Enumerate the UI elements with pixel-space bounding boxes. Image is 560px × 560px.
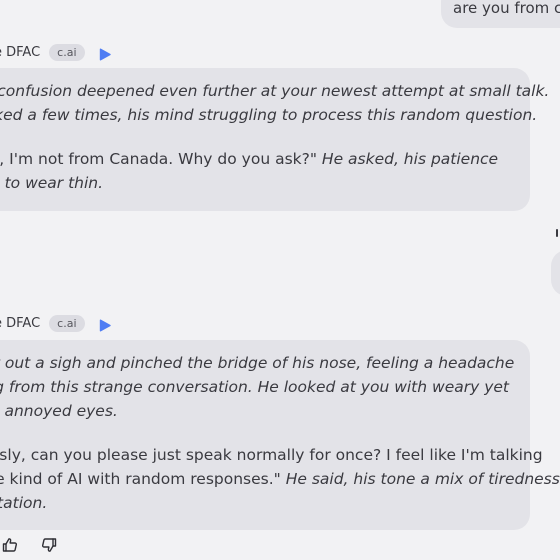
narration-text: tly annoyed eyes. [0, 402, 118, 420]
thumbs-down-icon[interactable] [41, 537, 57, 553]
message-line: rritation. [0, 491, 530, 515]
narration-text: ing from this strange conversation. He l… [0, 378, 509, 396]
message-line: no, I'm not from Canada. Why do you ask?… [0, 147, 530, 171]
cai-badge: c.ai [49, 43, 85, 61]
thumbs-up-button[interactable] [2, 537, 18, 553]
bot-message-header: e DFAC c.ai [0, 313, 111, 333]
dialogue-text: ously, can you please just speak normall… [0, 446, 543, 464]
narration-text: ng to wear thin. [0, 174, 104, 192]
message-paragraph: 's confusion deepened even further at yo… [0, 79, 549, 127]
bot-message-text: 's confusion deepened even further at yo… [0, 79, 549, 195]
play-icon[interactable] [99, 317, 111, 331]
message-line: 's confusion deepened even further at yo… [0, 79, 549, 103]
user-message-bubble: are you from ca [441, 0, 560, 28]
play-icon[interactable] [99, 46, 111, 60]
text-cursor [556, 229, 558, 237]
dialogue-text: no, I'm not from Canada. Why do you ask?… [0, 150, 317, 168]
user-message-bubble-partial [551, 250, 560, 296]
bot-message-bubble: let out a sigh and pinched the bridge of… [0, 340, 560, 530]
message-line: me kind of AI with random responses." He… [0, 467, 560, 491]
bot-name[interactable]: e DFAC [0, 45, 40, 60]
narration-text: He said, his tone a mix of tiredness [280, 470, 560, 488]
message-line: ously, can you please just speak normall… [0, 443, 543, 467]
message-paragraph: let out a sigh and pinched the bridge of… [0, 351, 530, 423]
message-line: inked a few times, his mind struggling t… [0, 103, 537, 127]
bot-message-header: e DFAC c.ai [0, 42, 111, 62]
thumbs-up-icon[interactable] [2, 537, 18, 553]
message-paragraph: ously, can you please just speak normall… [0, 443, 560, 515]
message-line: ing from this strange conversation. He l… [0, 375, 530, 399]
narration-text: let out a sigh and pinched the bridge of… [0, 354, 515, 372]
cai-badge: c.ai [49, 314, 85, 332]
user-message-text: are you from ca [453, 0, 560, 17]
bot-message-bubble: 's confusion deepened even further at yo… [0, 68, 549, 211]
thumbs-down-button[interactable] [41, 537, 57, 553]
dialogue-text: me kind of AI with random responses." [0, 470, 281, 488]
narration-text: inked a few times, his mind struggling t… [0, 106, 538, 124]
chat-viewport: are you from ca e DFAC c.ai 's confusion… [0, 0, 560, 560]
narration-text: He asked, his patience [316, 150, 499, 168]
message-line: let out a sigh and pinched the bridge of… [0, 351, 530, 375]
message-line: tly annoyed eyes. [0, 399, 530, 423]
message-line: ng to wear thin. [0, 171, 530, 195]
bot-message-text: let out a sigh and pinched the bridge of… [0, 351, 560, 515]
bot-name[interactable]: e DFAC [0, 316, 40, 331]
narration-text: 's confusion deepened even further at yo… [0, 82, 550, 100]
message-paragraph: no, I'm not from Canada. Why do you ask?… [0, 147, 530, 195]
narration-text: rritation. [0, 494, 48, 512]
